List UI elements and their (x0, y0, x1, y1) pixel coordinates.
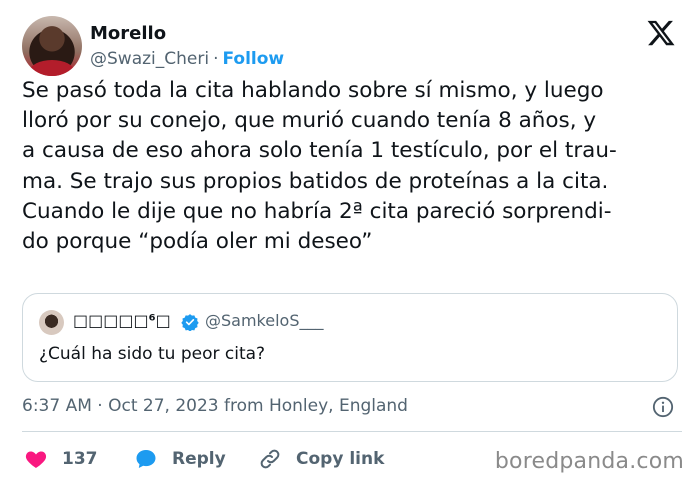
quoted-display-name: □□□□□⁶□ (73, 311, 171, 330)
like-button[interactable]: 137 (24, 446, 98, 472)
tweet-text: Se pasó toda la cita hablando sobre sí m… (22, 76, 690, 257)
x-logo-icon[interactable] (646, 18, 676, 48)
divider (22, 431, 682, 432)
tweet-line: a causa de eso ahora solo tenía 1 testíc… (22, 138, 617, 164)
info-icon[interactable] (652, 396, 674, 418)
watermark: boredpanda.com (494, 449, 684, 474)
tweet-line: lloró por su conejo, que murió cuando te… (22, 108, 597, 134)
author-handle-row: @Swazi_Cheri · Follow (90, 49, 284, 69)
tweet-line: Cuando le dije que no habría 2ª cita par… (22, 198, 612, 224)
follow-button[interactable]: Follow (222, 49, 284, 69)
reply-bubble-icon (136, 450, 156, 468)
separator-dot: · (213, 49, 219, 69)
reply-label: Reply (172, 449, 226, 469)
copy-link-button[interactable]: Copy link (258, 446, 384, 472)
tweet-header: Morello @Swazi_Cheri · Follow (22, 16, 682, 78)
verified-badge-icon (181, 314, 199, 331)
like-count: 137 (62, 449, 98, 469)
quoted-tweet-card[interactable]: □□□□□⁶□ @SamkeloS___ ¿Cuál ha sido tu pe… (22, 293, 678, 382)
tweet-timestamp[interactable]: 6:37 AM · Oct 27, 2023 from Honley, Engl… (22, 396, 408, 416)
author-avatar[interactable] (22, 16, 82, 76)
heart-icon (25, 451, 47, 468)
tweet-line: ma. Se trajo sus propios batidos de prot… (22, 168, 609, 194)
quoted-avatar (39, 310, 64, 335)
tweet-line: Se pasó toda la cita hablando sobre sí m… (22, 78, 604, 103)
author-name[interactable]: Morello (90, 23, 166, 44)
quoted-handle: @SamkeloS___ (205, 311, 324, 330)
tweet-line: do porque “podía oler mi deseo” (22, 229, 373, 255)
copy-link-label: Copy link (296, 449, 385, 469)
author-handle[interactable]: @Swazi_Cheri (90, 49, 209, 69)
reply-button[interactable]: Reply (134, 446, 226, 472)
quoted-text: ¿Cuál ha sido tu peor cita? (39, 344, 266, 364)
link-icon (260, 449, 280, 469)
